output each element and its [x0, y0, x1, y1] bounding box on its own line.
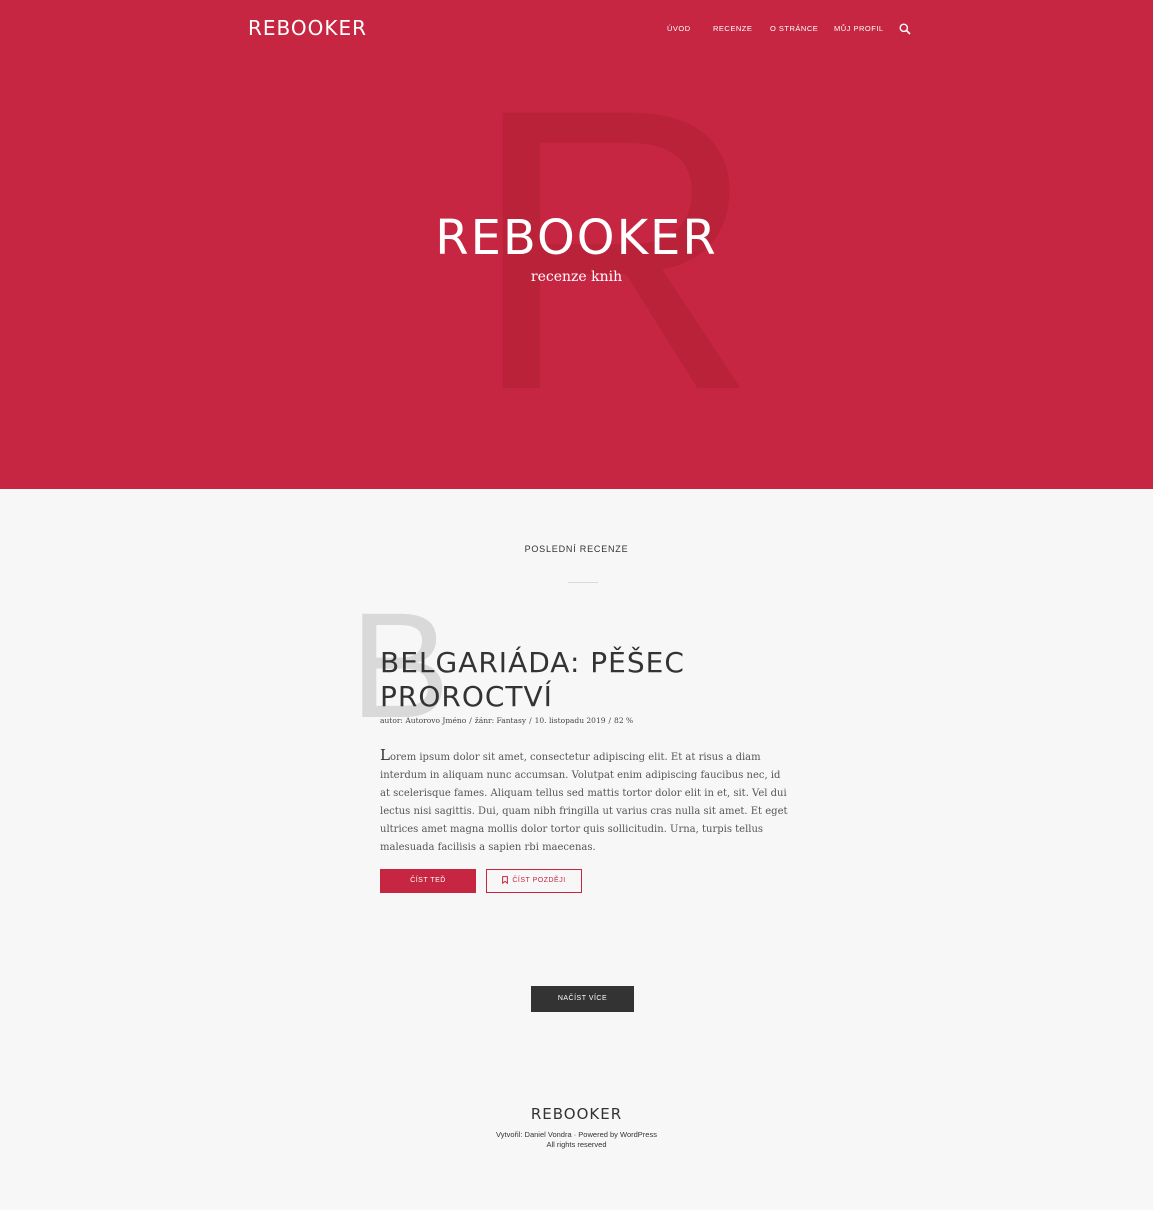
meta-genre[interactable]: žánr: Fantasy	[475, 716, 526, 725]
meta-author[interactable]: autor: Autorovo Jméno	[380, 716, 466, 725]
article-title[interactable]: Belgariáda: Pěšec proroctví	[380, 646, 780, 714]
read-now-label: Číst teď	[410, 877, 446, 884]
footer-credit: Vytvořil: Daniel Vondra · Powered by Wor…	[0, 1130, 1153, 1150]
article-meta: autor: Autorovo Jméno / žánr: Fantasy/10. …	[380, 716, 634, 725]
footer-rights: All rights reserved	[546, 1140, 607, 1149]
read-later-button[interactable]: Číst později	[486, 869, 582, 893]
nav-item-muj-profil[interactable]: Můj profil	[834, 24, 884, 33]
footer-credit-line: Vytvořil: Daniel Vondra · Powered by Wor…	[496, 1130, 657, 1139]
main-navigation: Úvod Recenze O stránce Můj profil	[0, 24, 1153, 38]
hero-title: REBOOKER	[435, 210, 718, 266]
hero-section: R REBOOKER Úvod Recenze O stránce Můj pr…	[0, 0, 1153, 489]
nav-item-uvod[interactable]: Úvod	[667, 24, 691, 33]
excerpt-drop-cap: L	[380, 746, 390, 764]
nav-item-recenze[interactable]: Recenze	[713, 24, 752, 33]
load-more-label: Načíst více	[557, 995, 608, 1002]
read-later-label: Číst později	[512, 877, 566, 884]
section-divider	[568, 582, 598, 583]
nav-item-o-strance[interactable]: O stránce	[770, 24, 818, 33]
section-title: Poslední recenze	[524, 544, 629, 554]
meta-rating: 82 %	[614, 716, 634, 725]
review-card: B Belgariáda: Pěšec proroctví autor: Aut…	[350, 590, 790, 900]
bookmark-icon	[502, 876, 509, 885]
meta-date: 10. listopadu 2019	[534, 716, 606, 725]
article-excerpt: Lorem ipsum dolor sit amet, consectetur …	[380, 746, 790, 857]
read-now-button[interactable]: Číst teď	[380, 869, 476, 893]
hero-subtitle: recenze knih	[530, 269, 623, 285]
search-icon[interactable]	[899, 23, 911, 35]
footer-logo[interactable]: REBOOKER	[0, 1105, 1153, 1123]
load-more-button[interactable]: Načíst více	[531, 986, 634, 1012]
excerpt-text: orem ipsum dolor sit amet, consectetur a…	[380, 752, 788, 853]
